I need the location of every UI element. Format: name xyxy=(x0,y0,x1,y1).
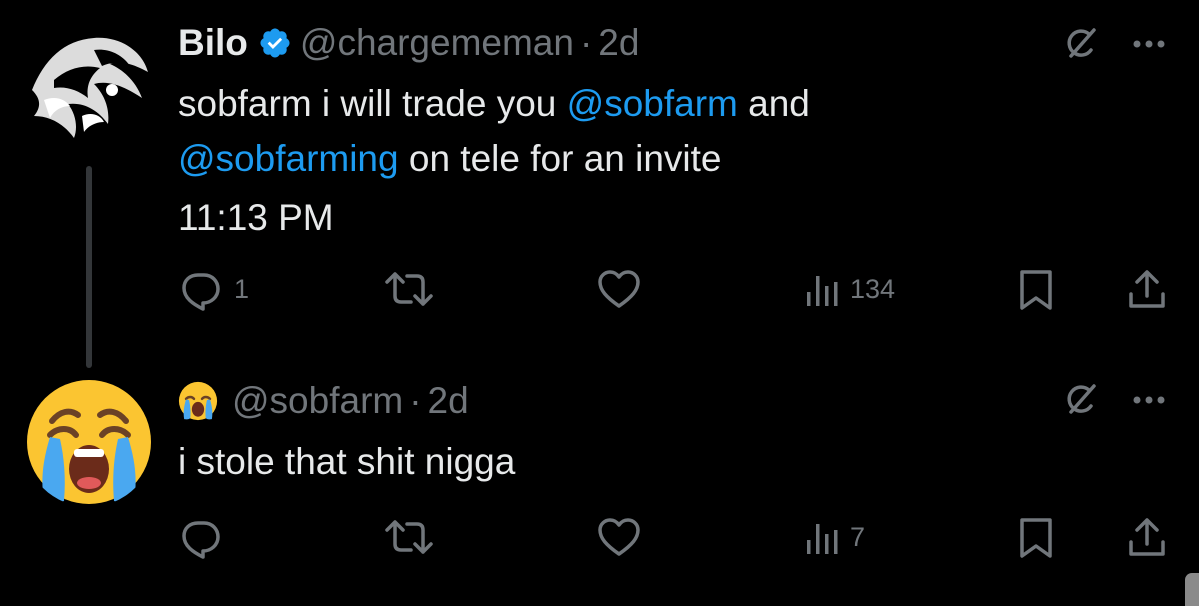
avatar[interactable] xyxy=(24,377,154,507)
time-ago[interactable]: 2d xyxy=(428,380,469,422)
views-icon xyxy=(804,266,840,312)
share-icon xyxy=(1126,266,1168,312)
retweet-button[interactable] xyxy=(383,512,435,562)
share-button[interactable] xyxy=(1126,512,1168,562)
user-handle[interactable]: @sobfarm xyxy=(232,380,403,422)
more-icon[interactable] xyxy=(1130,34,1170,54)
share-icon xyxy=(1126,514,1168,560)
views-icon xyxy=(804,514,840,560)
mention-link[interactable]: @sobfarming xyxy=(178,138,399,179)
tweet-text-part: and xyxy=(737,83,810,124)
tweet-header: @sobfarm · 2d xyxy=(178,376,469,426)
mention-link[interactable]: @sobfarm xyxy=(567,83,738,124)
bookmark-button[interactable] xyxy=(1016,264,1056,314)
tweet-timestamp[interactable]: 11:13 PM xyxy=(178,190,334,245)
retweet-button[interactable] xyxy=(383,264,435,314)
views-button[interactable]: 7 xyxy=(804,512,865,562)
time-ago[interactable]: 2d xyxy=(598,22,639,64)
reply-button[interactable] xyxy=(178,512,234,562)
like-icon xyxy=(596,514,642,560)
reply-button[interactable]: 1 xyxy=(178,264,249,314)
tweet-text: i stole that shit nigga xyxy=(178,441,516,482)
avatar[interactable] xyxy=(24,20,154,150)
like-button[interactable] xyxy=(596,512,642,562)
separator-dot: · xyxy=(409,380,422,421)
reply-icon xyxy=(178,514,224,560)
more-icon[interactable] xyxy=(1130,390,1170,410)
retweet-icon xyxy=(383,266,435,312)
retweet-icon xyxy=(383,514,435,560)
bookmark-icon xyxy=(1016,514,1056,560)
reply-icon xyxy=(178,266,224,312)
display-name-emoji-icon[interactable] xyxy=(178,381,218,421)
tweet-header: Bilo @chargememan · 2d xyxy=(178,18,639,68)
tweet-bilo[interactable]: Bilo @chargememan · 2d sobfarm i will tr… xyxy=(0,0,1199,345)
reply-count: 1 xyxy=(234,273,250,304)
grok-icon[interactable] xyxy=(1058,22,1102,66)
like-button[interactable] xyxy=(596,264,642,314)
bookmark-button[interactable] xyxy=(1016,512,1056,562)
verified-badge-icon[interactable] xyxy=(258,26,292,60)
share-button[interactable] xyxy=(1126,264,1168,314)
action-bar: 1 134 xyxy=(178,264,1178,314)
tweet-sobfarm[interactable]: @sobfarm · 2d i stole that shit nigga 7 xyxy=(0,360,1199,606)
display-name[interactable]: Bilo xyxy=(178,22,248,64)
action-bar: 7 xyxy=(178,512,1178,562)
tweet-text-part: sobfarm i will trade you xyxy=(178,83,567,124)
tweet-text: sobfarm i will trade you @sobfarm and @s… xyxy=(178,76,1138,186)
bookmark-icon xyxy=(1016,266,1056,312)
views-button[interactable]: 134 xyxy=(804,264,895,314)
like-icon xyxy=(596,266,642,312)
views-count: 7 xyxy=(850,521,866,552)
scrollbar[interactable] xyxy=(1185,573,1199,606)
grok-icon[interactable] xyxy=(1058,378,1102,422)
separator-dot: · xyxy=(579,22,593,63)
user-handle[interactable]: @chargememan xyxy=(300,22,574,64)
tweet-text-part: on tele for an invite xyxy=(398,138,722,179)
views-count: 134 xyxy=(850,273,896,304)
